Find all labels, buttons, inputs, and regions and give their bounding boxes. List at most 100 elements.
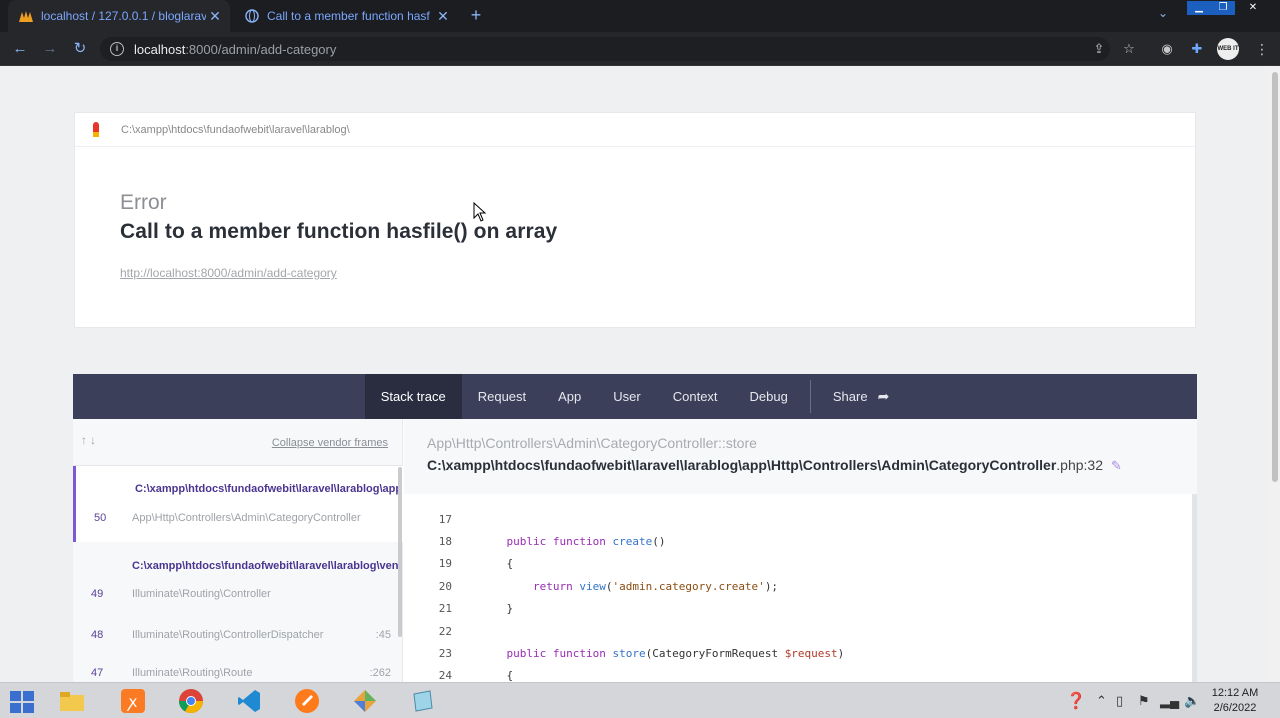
bookmark-star-icon[interactable]: ☆ (1121, 41, 1137, 57)
code-line: 21 } (438, 601, 514, 615)
code-line: 18 public function create() (438, 534, 666, 548)
frames-scrollbar[interactable] (398, 467, 402, 637)
ignition-logo-icon (91, 121, 101, 138)
back-icon[interactable]: ← (11, 40, 29, 58)
address-bar[interactable]: i localhost :8000/admin/add-category (100, 37, 1110, 61)
app-path-bar: C:\xampp\htdocs\fundaofwebit\laravel\lar… (75, 113, 1195, 147)
stack-frame[interactable]: C:\xampp\htdocs\fundaofwebit\laravel\lar… (73, 466, 403, 542)
frame-line: :45 (375, 629, 391, 641)
url-path: :8000/admin/add-category (185, 41, 337, 57)
new-tab-button[interactable]: + (466, 6, 486, 26)
tab-app[interactable]: App (542, 374, 597, 419)
maximize-icon[interactable]: ❐ (1211, 1, 1235, 15)
tab-search-icon[interactable]: ⌄ (1158, 6, 1168, 20)
frames-list: ↑↓ Collapse vendor frames C:\xampp\htdoc… (73, 419, 403, 684)
browser-toolbar: ← → ↻ i localhost :8000/admin/add-catego… (0, 32, 1280, 66)
phpmyadmin-icon (18, 8, 34, 24)
profile-avatar[interactable]: WEB IT (1217, 38, 1239, 60)
code-line: 17 (438, 512, 452, 526)
frame-line: :262 (369, 667, 391, 679)
code-line: 24 { (438, 668, 514, 682)
frame-class: App\Http\Controllers\Admin\CategoryContr… (132, 512, 361, 524)
reload-icon[interactable]: ↻ (71, 40, 89, 58)
clock-time: 12:12 AM (1211, 687, 1259, 699)
mouse-cursor-icon (473, 202, 487, 222)
share-button[interactable]: Share ➦ (817, 374, 905, 419)
error-card: C:\xampp\htdocs\fundaofwebit\laravel\lar… (74, 112, 1196, 328)
page-scrollbar[interactable] (1270, 66, 1280, 682)
close-tab-icon[interactable]: ✕ (206, 8, 224, 25)
stack-frame[interactable]: 48 Illuminate\Routing\ControllerDispatch… (73, 620, 403, 659)
frame-number: 48 (91, 629, 104, 641)
url-host: localhost (134, 41, 186, 57)
tab-label: Call to a member function hasf (267, 9, 430, 23)
code-line: 19 { (438, 556, 514, 570)
frame-number: 47 (91, 667, 104, 679)
code-scrollbar[interactable] (1192, 494, 1197, 684)
code-line: 22 (438, 624, 452, 638)
vscode-icon[interactable] (234, 687, 264, 715)
info-icon[interactable]: i (110, 42, 124, 56)
network-icon[interactable]: ▂▄ (1160, 693, 1179, 709)
current-file-ext: .php:32 (1056, 457, 1104, 473)
tab-divider (809, 380, 811, 413)
close-tab-icon[interactable]: ✕ (434, 8, 452, 25)
file-explorer-icon[interactable] (57, 687, 87, 715)
system-clock[interactable]: 12:12 AM 2/6/2022 (1210, 686, 1260, 716)
current-file-path: C:\xampp\htdocs\fundaofwebit\laravel\lar… (427, 457, 1057, 473)
notepad-icon[interactable] (408, 687, 438, 715)
close-window-icon[interactable]: ✕ (1241, 1, 1265, 15)
chrome-icon[interactable] (176, 687, 206, 715)
error-label: Error (120, 191, 167, 214)
show-hidden-icons[interactable]: ⌃ (1096, 693, 1107, 709)
browser-tab-phpmyadmin[interactable]: localhost / 127.0.0.1 / bloglarave ✕ (8, 0, 230, 32)
collapse-vendor-frames-link[interactable]: Collapse vendor frames (272, 437, 388, 449)
current-frame-class: App\Http\Controllers\Admin\CategoryContr… (427, 435, 757, 451)
forward-icon[interactable]: → (41, 40, 59, 58)
device-icon[interactable]: ▯ (1116, 693, 1123, 709)
tab-label: localhost / 127.0.0.1 / bloglarave (41, 9, 206, 23)
stack-frame[interactable]: C:\xampp\htdocs\fundaofwebit\laravel\lar… (73, 542, 403, 620)
frames-header: ↑↓ Collapse vendor frames (73, 419, 402, 466)
browser-tab-error[interactable]: Call to a member function hasf ✕ (236, 0, 458, 32)
frame-path: C:\xampp\htdocs\fundaofwebit\laravel\lar… (132, 560, 399, 572)
globe-icon (244, 8, 260, 24)
help-icon[interactable]: ❓ (1066, 691, 1086, 711)
code-snippet: 17 18 public function create() 19 { 20 r… (404, 494, 1192, 684)
frame-class: Illuminate\Routing\Route (132, 667, 253, 679)
clock-date: 2/6/2022 (1213, 702, 1257, 714)
browser-tab-strip: localhost / 127.0.0.1 / bloglarave ✕ Cal… (0, 0, 1280, 32)
current-frame-file: C:\xampp\htdocs\fundaofwebit\laravel\lar… (427, 457, 1122, 474)
scrollbar-thumb[interactable] (1272, 72, 1278, 482)
frame-number: 50 (94, 512, 107, 524)
app-path: C:\xampp\htdocs\fundaofwebit\laravel\lar… (121, 123, 350, 136)
frame-class: Illuminate\Routing\ControllerDispatcher (132, 629, 324, 641)
tab-context[interactable]: Context (657, 374, 734, 419)
app-colorful-icon[interactable] (350, 687, 380, 715)
share-page-icon[interactable]: ⇪ (1091, 41, 1107, 57)
frame-number: 49 (91, 588, 104, 600)
tab-stack-trace[interactable]: Stack trace (364, 374, 462, 419)
share-label: Share (832, 389, 868, 404)
xampp-icon[interactable]: ꭗ (118, 687, 148, 715)
share-arrow-icon: ➦ (877, 388, 890, 404)
tab-debug[interactable]: Debug (734, 374, 804, 419)
frame-nav-arrows-icon[interactable]: ↑↓ (81, 433, 99, 447)
minimize-icon[interactable]: ▁ (1187, 1, 1211, 15)
stack-frame[interactable]: 47 Illuminate\Routing\Route :262 (73, 659, 403, 684)
flag-icon[interactable]: ⚑ (1138, 693, 1150, 709)
windows-taskbar: ꭗ ❓ ⌃ ▯ ⚑ ▂▄ 🔈 12:12 AM 2/6/2022 (0, 682, 1280, 718)
tab-user[interactable]: User (597, 374, 656, 419)
windows-start-icon[interactable] (10, 691, 36, 713)
sublime-text-icon[interactable] (292, 687, 322, 715)
error-message: Call to a member function hasfile() on a… (120, 220, 558, 243)
edit-pencil-icon[interactable]: ✎ (1111, 458, 1122, 473)
menu-kebab-icon[interactable]: ⋮ (1255, 41, 1269, 58)
extension-circle-icon[interactable]: ◉ (1159, 41, 1175, 57)
code-viewer: App\Http\Controllers\Admin\CategoryContr… (404, 419, 1197, 684)
tab-request[interactable]: Request (462, 374, 542, 419)
error-url-link[interactable]: http://localhost:8000/admin/add-category (120, 266, 337, 280)
volume-icon[interactable]: 🔈 (1184, 693, 1200, 709)
extensions-puzzle-icon[interactable]: ✚ (1189, 41, 1205, 57)
frame-class: Illuminate\Routing\Controller (132, 588, 271, 600)
